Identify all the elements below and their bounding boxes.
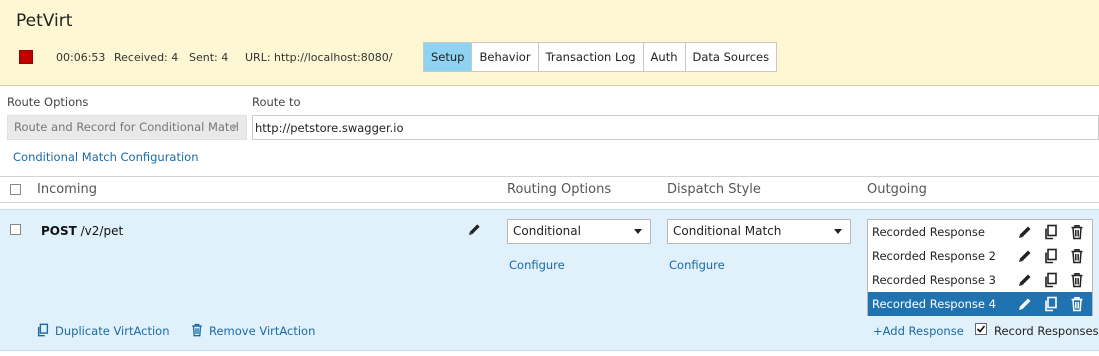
response-label: Recorded Response 2 [872,249,996,263]
copy-icon[interactable] [36,323,50,337]
trash-icon[interactable] [1069,272,1085,288]
checkmark-icon [976,325,986,333]
chevron-down-icon [634,229,642,234]
response-label: Recorded Response 3 [872,273,996,287]
tab-auth[interactable]: Auth [643,43,686,71]
routing-options-dropdown[interactable]: Conditional [507,219,651,244]
table-header: Incoming Routing Options Dispatch Style … [0,176,1099,203]
duplicate-virtaction-link[interactable]: Duplicate VirtAction [55,324,170,338]
route-to-label: Route to [252,95,301,109]
pencil-icon[interactable] [1017,224,1033,240]
add-response-link[interactable]: +Add Response [873,324,964,338]
response-item[interactable]: Recorded Response 2 [868,244,1092,268]
response-item[interactable]: Recorded Response 3 [868,268,1092,292]
pencil-icon[interactable] [1017,248,1033,264]
remove-virtaction-link[interactable]: Remove VirtAction [209,324,315,338]
copy-icon[interactable] [1043,248,1059,264]
select-all-checkbox[interactable] [10,184,21,195]
tab-behavior[interactable]: Behavior [472,43,539,71]
copy-icon[interactable] [1043,224,1059,240]
http-method: POST [41,224,77,238]
incoming-endpoint: POST /v2/pet [41,224,123,238]
response-label: Recorded Response 4 [872,297,996,311]
record-responses-checkbox[interactable] [975,323,987,335]
trash-icon[interactable] [1069,224,1085,240]
route-options-value: Route and Record for Conditional Matcl [14,120,239,134]
copy-icon[interactable] [1043,272,1059,288]
dispatch-style-value: Conditional Match [673,224,782,238]
tab-transaction-log[interactable]: Transaction Log [538,43,644,71]
route-to-input[interactable] [252,115,1099,140]
routing-configure-link[interactable]: Configure [509,258,565,272]
chevron-down-icon [230,125,238,130]
copy-icon[interactable] [1043,296,1059,312]
sent-count: Sent: 4 [189,51,229,64]
dispatch-configure-link[interactable]: Configure [669,258,725,272]
pencil-icon[interactable] [1017,272,1033,288]
service-url: URL: http://localhost:8080/ [245,51,393,64]
trash-icon[interactable] [1069,248,1085,264]
route-options-label: Route Options [7,95,89,109]
header-incoming: Incoming [37,182,97,197]
outgoing-responses-list: Recorded Response Recorded Response 2 Re… [867,219,1093,316]
response-item[interactable]: Recorded Response [868,220,1092,244]
row-checkbox[interactable] [10,224,21,235]
response-label: Recorded Response [872,225,985,239]
tab-data-sources[interactable]: Data Sources [685,43,777,71]
route-options-select: Route and Record for Conditional Matcl [7,115,247,140]
dispatch-style-dropdown[interactable]: Conditional Match [667,219,851,244]
trash-icon[interactable] [190,323,204,337]
uptime-timer: 00:06:53 [56,51,106,64]
app-header: PetVirt 00:06:53 Received: 4 Sent: 4 URL… [0,0,1099,86]
trash-icon[interactable] [1069,296,1085,312]
conditional-match-config-link[interactable]: Conditional Match Configuration [13,150,199,164]
tab-setup[interactable]: Setup [424,43,473,71]
chevron-down-icon [834,229,842,234]
header-outgoing: Outgoing [867,182,927,197]
main-tabs: Setup Behavior Transaction Log Auth Data… [423,42,778,72]
stop-button[interactable] [19,50,33,64]
pencil-icon[interactable] [467,222,482,237]
response-item-selected[interactable]: Recorded Response 4 [868,292,1092,316]
app-title: PetVirt [16,11,73,31]
header-routing-options: Routing Options [507,182,612,197]
received-count: Received: 4 [114,51,179,64]
record-responses-label: Record Responses [994,324,1099,338]
pencil-icon[interactable] [1017,296,1033,312]
endpoint-path: /v2/pet [76,224,124,238]
routing-options-value: Conditional [513,224,581,238]
header-dispatch-style: Dispatch Style [667,182,761,197]
